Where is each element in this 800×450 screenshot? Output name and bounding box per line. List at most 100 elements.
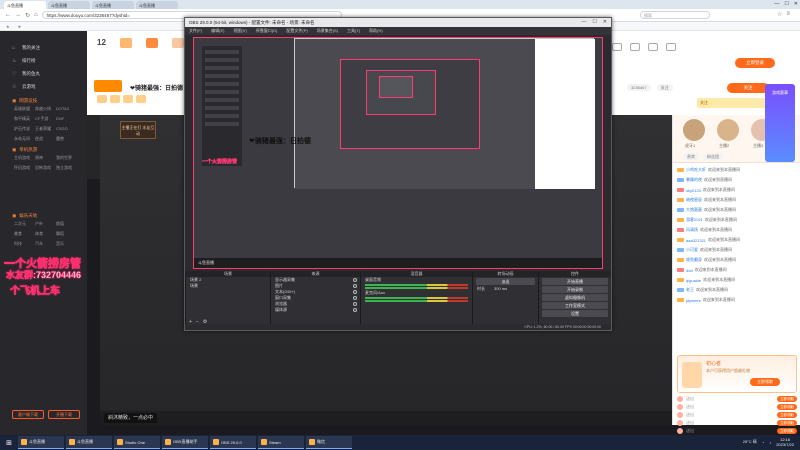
category-item[interactable]: 汽车 [35, 241, 56, 247]
category-item[interactable]: DNF [56, 116, 77, 122]
chat-message[interactable]: aaa321321 欢迎来到本直播间 [677, 235, 797, 245]
category-item[interactable]: 主机游戏 [14, 155, 35, 161]
category-item[interactable]: CF手游 [35, 116, 56, 122]
bookmark-icon[interactable]: ★ [6, 24, 10, 29]
taskbar-app[interactable]: 斗鱼直播 [18, 436, 64, 449]
category-item[interactable]: 炉石传说 [14, 126, 35, 132]
follow-button[interactable]: 关注 [727, 83, 769, 93]
chat-username[interactable]: 小鸡吃大虾 [686, 167, 706, 173]
vip-tab[interactable]: 贵宾 [683, 153, 699, 160]
transition-select[interactable]: 淡出 [476, 278, 535, 285]
category-item[interactable]: 逆战 [35, 136, 56, 142]
gift-banner[interactable]: 关注 [697, 98, 769, 108]
category-item[interactable]: 独立游戏 [56, 165, 77, 171]
category-item[interactable]: DOTA2 [56, 106, 77, 112]
gift-row-button[interactable]: 立即领取 [777, 412, 797, 418]
menu-file[interactable]: 文件(F) [189, 27, 202, 35]
chat-message[interactable]: qiguaide 欢迎来到本直播间 [677, 275, 797, 285]
nav-item[interactable] [666, 43, 676, 51]
chat-username[interactable]: 小可爱 [686, 247, 698, 253]
rank-avatar[interactable] [683, 119, 705, 141]
chat-message[interactable]: 咸鱼翻身 欢迎来到本直播间 [677, 255, 797, 265]
gift-row-button[interactable]: 立即领取 [777, 428, 797, 434]
taskbar-app[interactable]: 微信 [306, 436, 352, 449]
chat-username[interactable]: 风清扬 [686, 227, 698, 233]
browser-tab[interactable]: 斗鱼直播 [48, 1, 90, 9]
chat-message[interactable]: 暗夜星辰 欢迎来到本直播间 [677, 195, 797, 205]
taskbar-app[interactable]: 斗鱼直播 [66, 436, 112, 449]
fans-tab[interactable]: 粉丝团 [703, 153, 723, 160]
category-item[interactable]: 户外 [35, 221, 56, 227]
nav-item[interactable]: 12 [97, 38, 106, 48]
start-recording-button[interactable]: 开始录制 [542, 286, 608, 293]
menu-edit[interactable]: 编辑(E) [211, 27, 224, 35]
browser-tab[interactable]: 斗鱼直播 [136, 1, 178, 9]
chat-message[interactable]: 暴躁的夜 欢迎来到直播间 [677, 175, 797, 185]
chat-username[interactable]: 暗夜星辰 [686, 197, 702, 203]
clock[interactable]: 12:16 2023/7/22 [776, 437, 794, 447]
category-item[interactable]: 体育 [35, 231, 56, 237]
nav-item[interactable] [630, 43, 640, 51]
obs-preview[interactable]: ❤骑猪最强：日拍德 一个火箭捞房管 斗鱼直播 [193, 37, 603, 269]
category-item[interactable]: 穿越火线 [35, 106, 56, 112]
gift-row-button[interactable]: 立即领取 [777, 396, 797, 402]
chat-message[interactable]: ddd 欢迎来到本直播间 [677, 265, 797, 275]
back-icon[interactable]: ← [5, 12, 11, 18]
chat-username[interactable]: qiguaide [686, 278, 701, 283]
category-item[interactable]: 和平精英 [14, 116, 35, 122]
chat-username[interactable]: aaa321321 [686, 238, 706, 243]
menu-tools[interactable]: 工具(T) [347, 27, 360, 35]
menu-profile[interactable]: 配置文件(P) [286, 27, 307, 35]
category-item[interactable]: 英雄联盟 [14, 106, 35, 112]
chat-message[interactable]: 游客2021 欢迎来到本直播间 [677, 215, 797, 225]
taskbar-app[interactable]: OBS直播助手 [162, 436, 208, 449]
category-item[interactable]: 永劫无间 [14, 136, 35, 142]
gift-row-button[interactable]: 立即领取 [777, 404, 797, 410]
nav-item[interactable] [145, 38, 158, 48]
rank-avatar[interactable] [717, 119, 739, 141]
sidebar-item-rank[interactable]: ♨ 排行榜 [0, 54, 87, 67]
minimize-icon[interactable]: — [774, 1, 779, 7]
eye-icon[interactable] [353, 308, 357, 312]
event-float-banner[interactable]: 游戏赛事 [765, 84, 795, 162]
category-item[interactable]: 怀旧游戏 [14, 165, 35, 171]
taskbar-app[interactable]: OBS 29.0.0 [210, 436, 256, 449]
network-icon[interactable]: ◔ [762, 440, 764, 445]
source-item[interactable]: 媒体源 [271, 307, 360, 313]
nav-item[interactable] [612, 43, 622, 51]
chat-message[interactable]: 大炮轰轰 欢迎来到本直播间 [677, 205, 797, 215]
menu-view[interactable]: 视图(V) [233, 27, 246, 35]
browser-tab[interactable]: 斗鱼直播 [92, 1, 134, 9]
category-item[interactable]: 舞蹈 [56, 231, 77, 237]
browser-search-input[interactable]: 搜索 [640, 11, 710, 19]
chat-username[interactable]: 咸鱼翻身 [686, 257, 702, 263]
chat-message[interactable]: 风清扬 欢迎来到本直播间 [677, 225, 797, 235]
chat-message[interactable]: 小鸡吃大虾 欢迎来到本直播间 [677, 165, 797, 175]
eye-icon[interactable] [353, 296, 357, 300]
maximize-icon[interactable]: ☐ [784, 1, 788, 7]
chat-message[interactable]: sky0123 欢迎来到本直播间 [677, 185, 797, 195]
eye-icon[interactable] [353, 290, 357, 294]
eye-icon[interactable] [353, 302, 357, 306]
chat-username[interactable]: 游客2021 [686, 217, 703, 223]
menu-icon[interactable]: ≡ [786, 11, 790, 18]
category-item[interactable]: 原神 [35, 155, 56, 161]
menu-help[interactable]: 帮助(H) [369, 27, 383, 35]
chat-message[interactable]: 小可爱 欢迎来到本直播间 [677, 245, 797, 255]
start-streaming-button[interactable]: 开始直播 [542, 278, 608, 285]
sidebar-item-follow[interactable]: ⌂ 我的关注 [0, 41, 87, 54]
windows-start-icon[interactable]: ⊞ [0, 435, 18, 450]
category-item[interactable]: 美食 [14, 231, 35, 237]
gift-row-button[interactable]: 立即领取 [777, 420, 797, 426]
login-button[interactable]: 立即登录 [735, 58, 775, 68]
menu-scene-collection[interactable]: 场景集合(S) [317, 27, 338, 35]
chat-username[interactable]: ddd [686, 268, 693, 273]
star-icon[interactable]: ☆ [777, 11, 782, 18]
category-item[interactable]: 魔兽 [56, 136, 77, 142]
maximize-icon[interactable]: ☐ [592, 19, 596, 25]
nav-item[interactable] [648, 43, 658, 51]
studio-mode-button[interactable]: 工作室模式 [542, 302, 608, 309]
category-item[interactable]: 王者荣耀 [35, 126, 56, 132]
stream-download-button[interactable]: 开播下载 [48, 410, 80, 419]
category-item[interactable]: 二次元 [14, 221, 35, 227]
